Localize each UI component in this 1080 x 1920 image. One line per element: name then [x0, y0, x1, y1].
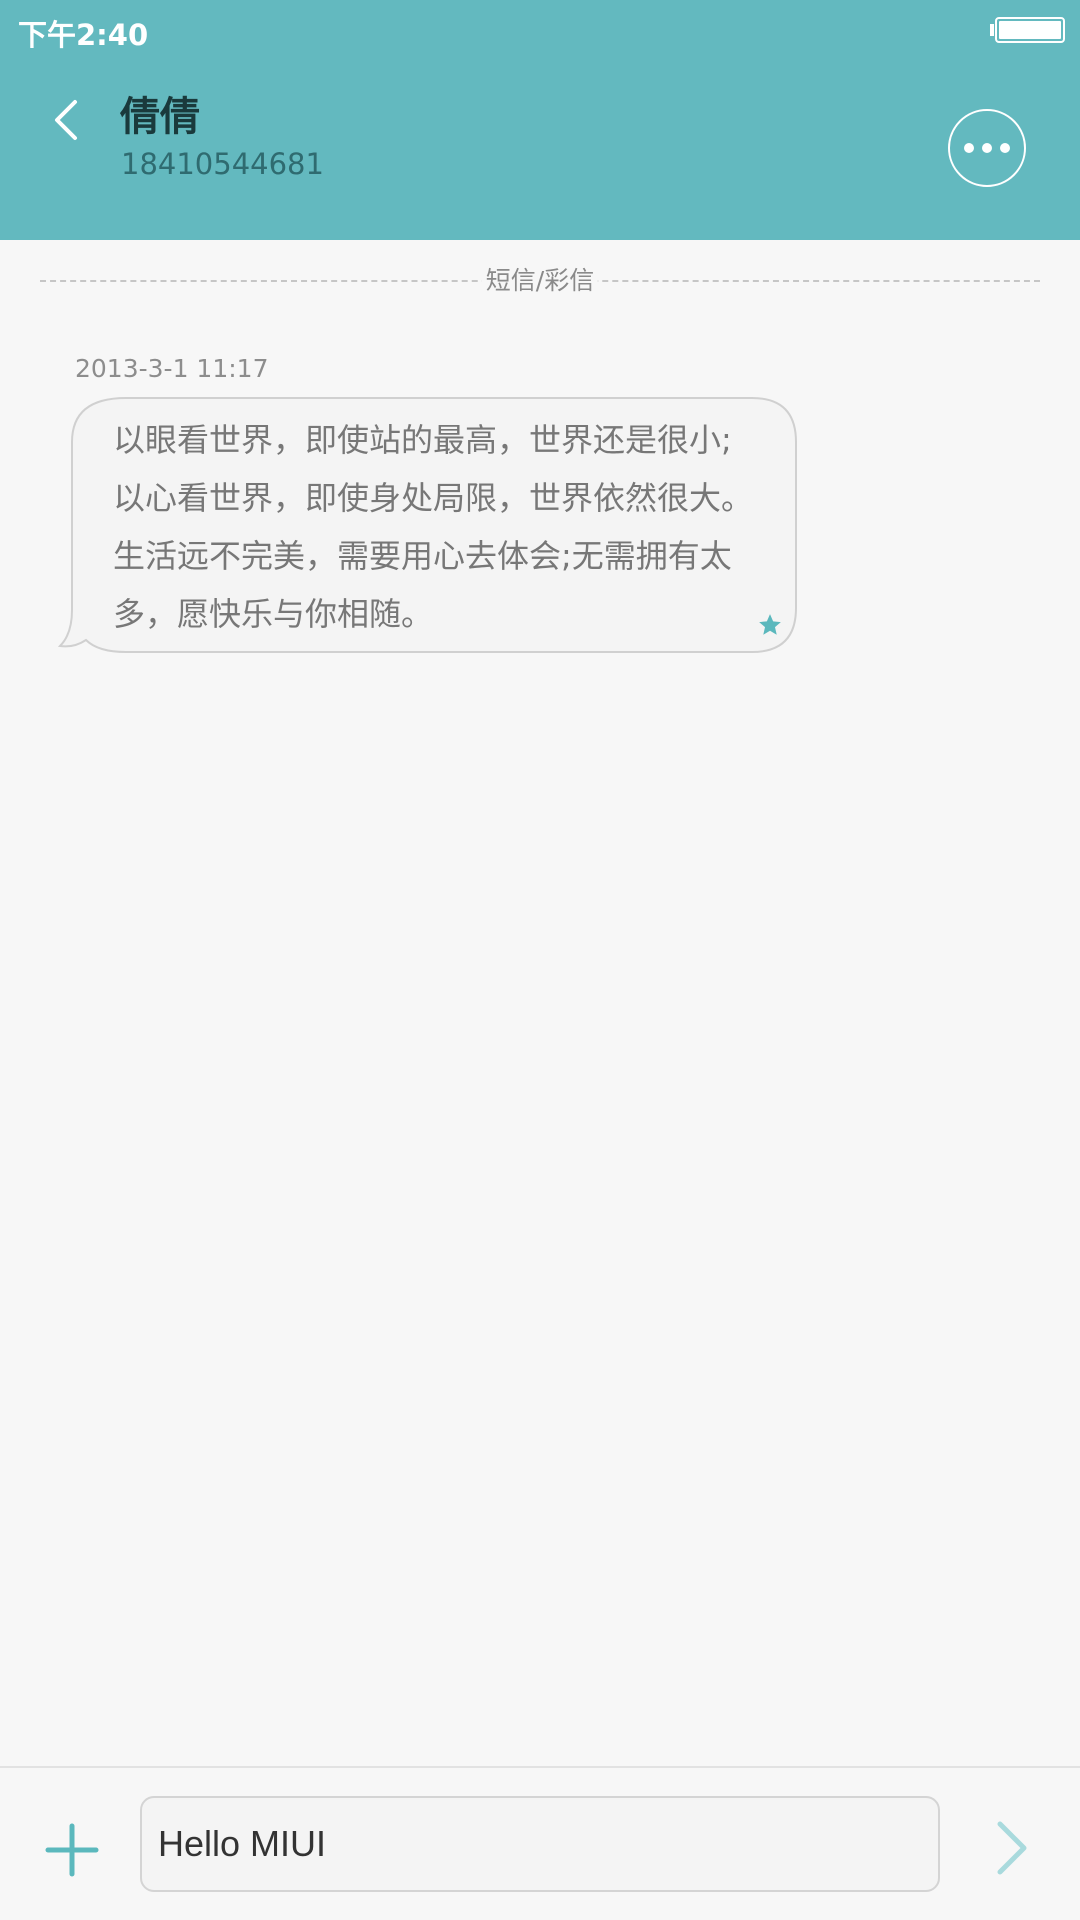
message-text: 以眼看世界，即使站的最高，世界还是很小;以心看世界，即使身处局限，世界依然很大。…: [113, 421, 754, 633]
battery-icon: [990, 17, 1065, 43]
send-arrow-icon[interactable]: [990, 1818, 1034, 1878]
divider-label: 短信/彩信: [481, 262, 599, 300]
more-dots-icon: [964, 143, 1010, 153]
back-button[interactable]: [30, 80, 100, 160]
more-options-button[interactable]: [948, 109, 1026, 187]
contact-number: 18410544681: [121, 147, 324, 181]
chevron-left-icon: [55, 100, 77, 140]
contact-name: 倩倩: [120, 94, 200, 140]
composer-bar: [0, 1766, 1080, 1920]
conversation-screen: 下午2:40 倩倩 18410544681 短信/彩信 2013-3-1 11:…: [0, 0, 1080, 1920]
message-timestamp: 2013-3-1 11:17: [75, 354, 269, 383]
plus-icon[interactable]: [40, 1818, 104, 1882]
message-type-divider: 短信/彩信: [40, 262, 1040, 302]
message-input[interactable]: [140, 1796, 940, 1892]
star-icon: [759, 614, 781, 635]
status-time: 下午2:40: [18, 18, 149, 52]
app-header: 下午2:40 倩倩 18410544681: [0, 0, 1080, 240]
